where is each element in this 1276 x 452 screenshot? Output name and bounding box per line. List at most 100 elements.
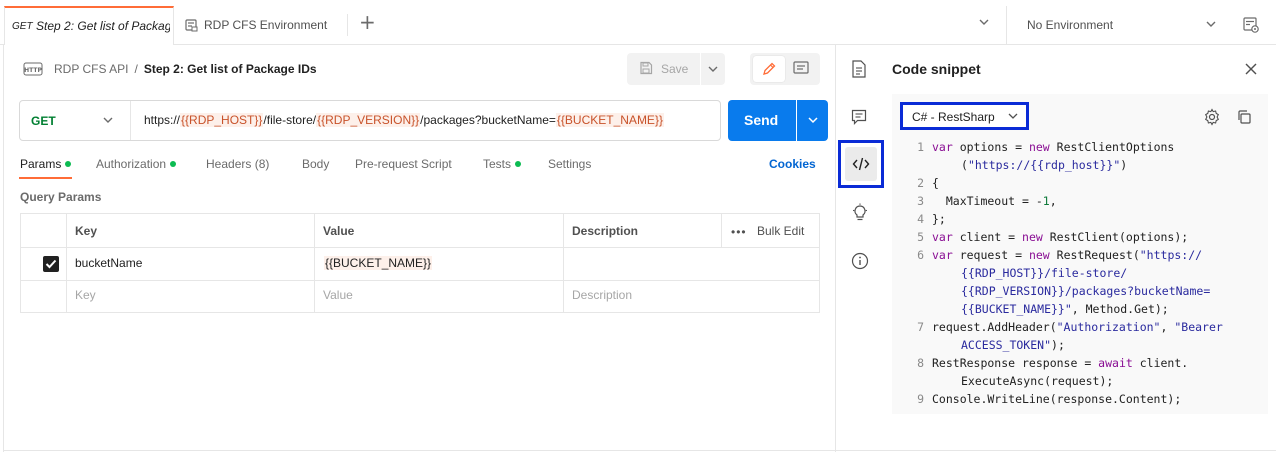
environment-icon [185,19,198,32]
tab-label: Params [20,157,62,171]
code-token: client. [1132,356,1189,370]
gear-icon[interactable] [1203,108,1221,126]
code-token: "Bearer [1174,320,1223,334]
tab-headers[interactable]: Headers (8) [206,157,269,171]
breadcrumb: RDP CFS API / Step 2: Get list of Package … [54,62,317,76]
environment-tab[interactable]: RDP CFS Environment [175,6,347,44]
copy-icon[interactable] [1236,109,1252,125]
url-segment: /packages?bucketName= [420,113,556,127]
http-request-icon: HTTP [23,62,43,76]
lightbulb-icon[interactable] [851,203,869,223]
code-line: 3 MaxTimeout = -1, [900,192,1260,210]
line-number: 2 [917,176,924,190]
code-snippet-button[interactable] [845,147,877,181]
breadcrumb-current[interactable]: Step 2: Get list of Package IDs [144,62,317,76]
line-number: 8 [917,356,924,370]
tab-authorization[interactable]: Authorization [96,157,177,171]
info-icon[interactable] [851,252,869,270]
code-token: {{RDP_VERSION}}/packages?bucketName= [961,284,1211,298]
code-token: , Method.Get); [1071,302,1169,316]
code-token: ) [1120,158,1128,172]
code-token: "https:// [1139,248,1203,262]
pencil-icon [763,62,776,75]
save-button[interactable]: Save [627,53,700,85]
tab-settings[interactable]: Settings [548,157,591,171]
more-options-icon[interactable]: ••• [731,225,747,239]
send-options-dropdown[interactable] [797,100,828,141]
column-header-description: Description [572,224,639,238]
code-token: {{RDP_HOST}}/file-store/ [961,266,1128,280]
column-header-key: Key [75,224,98,238]
tab-label: Authorization [96,157,167,171]
checkmark-icon [45,259,57,269]
comments-icon[interactable] [851,109,867,125]
code-line: 9 Console.WriteLine(response.Content); [900,390,1260,408]
code-token: var [932,248,953,262]
divider [347,14,348,36]
code-line: {{BUCKET_NAME}}", Method.Get); [900,300,1260,318]
chevron-down-icon [103,117,113,123]
new-tab-plus-icon[interactable]: + [359,12,376,32]
language-selector[interactable]: C# - RestSharp [900,102,1029,130]
tab-pre-request-script[interactable]: Pre-request Script [355,157,452,171]
save-options-dropdown[interactable] [701,53,725,85]
new-param-description-field[interactable]: Description [572,288,632,302]
tabs-overflow-chevron-down-icon[interactable] [978,18,990,26]
code-token: await [1098,356,1133,370]
url-segment: /file-store/ [263,113,317,127]
new-param-key-field[interactable]: Key [75,288,96,302]
code-token: var [932,140,953,154]
code-token: var [932,230,953,244]
code-token: MaxTimeout = - [932,194,1043,208]
left-border [3,45,4,452]
code-token: 1 [1042,194,1050,208]
tab-title: Step 2: Get list of Package IDs [36,19,170,33]
environment-selector[interactable]: No Environment [1006,6,1228,44]
param-value-cell[interactable]: {{BUCKET_NAME}} [324,256,433,270]
bottom-border [3,450,1276,451]
documentation-icon[interactable] [851,60,867,78]
new-param-value-field[interactable]: Value [323,288,353,302]
divider [21,280,819,281]
divider [721,214,722,247]
cookies-link[interactable]: Cookies [769,157,816,171]
code-token: request = [952,248,1029,262]
environment-quick-look-icon[interactable] [1242,16,1260,34]
code-token: {{BUCKET_NAME}}" [961,302,1072,316]
comment-mode-icon[interactable] [792,60,810,76]
edit-mode-button[interactable] [753,56,785,82]
tab-params[interactable]: Params [20,157,72,171]
divider [21,247,819,248]
tab-tests[interactable]: Tests [483,157,522,171]
url-variable: {{RDP_VERSION}} [316,113,421,127]
breadcrumb-separator: / [134,62,138,76]
code-line: 5 var client = new RestClient(options); [900,228,1260,246]
code-line: {{RDP_HOST}}/file-store/ [900,264,1260,282]
code-line: ACCESS_TOKEN"); [900,336,1260,354]
divider [66,214,67,312]
status-dot [65,161,72,167]
send-button[interactable]: Send [728,100,796,141]
param-enabled-checkbox[interactable] [43,256,59,272]
url-input[interactable]: https://{{RDP_HOST}}/file-store/{{RDP_VE… [144,113,664,127]
param-key-cell[interactable]: bucketName [75,256,142,270]
code-line: {{RDP_VERSION}}/packages?bucketName= [900,282,1260,300]
breadcrumb-parent[interactable]: RDP CFS API [54,62,128,76]
chevron-down-icon [1008,113,1018,119]
code-token: , [1049,194,1057,208]
code-token: ExecuteAsync(request); [961,374,1114,388]
save-button-label: Save [661,62,689,76]
code-token: RestResponse response = [932,356,1099,370]
tab-bar: GET Step 2: Get list of Package IDs RDP … [0,0,1276,45]
close-icon[interactable] [1245,63,1257,75]
url-variable: {{RDP_HOST}} [180,113,264,127]
url-variable: {{BUCKET_NAME}} [555,113,664,127]
code-token: options = [952,140,1029,154]
tab-body[interactable]: Body [302,157,329,171]
request-tab-active[interactable]: GET Step 2: Get list of Package IDs [4,6,174,45]
divider [563,214,564,312]
bulk-edit-button[interactable]: Bulk Edit [757,224,804,238]
tab-label: Settings [548,157,592,171]
environment-selector-label: No Environment [1027,18,1114,32]
method-selector[interactable]: GET [20,101,131,140]
